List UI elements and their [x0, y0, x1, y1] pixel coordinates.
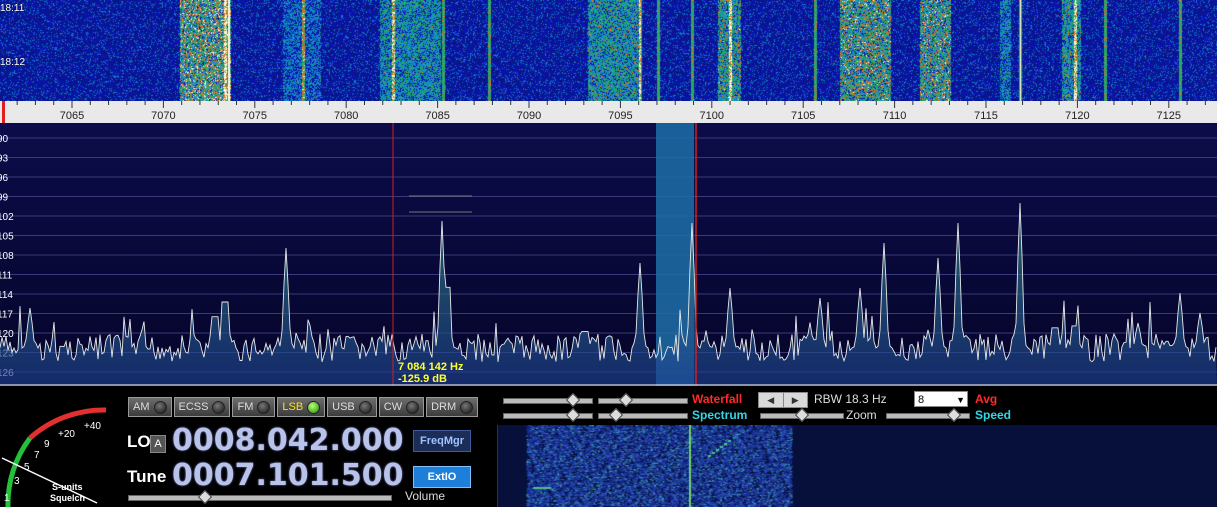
s-meter-unit: S-units — [52, 482, 83, 492]
spectrum-range-slider[interactable] — [598, 407, 688, 423]
mode-button-ecss[interactable]: ECSS — [173, 397, 231, 417]
slider-thumb[interactable] — [565, 407, 581, 423]
frequency-tick-label: 7095 — [608, 110, 632, 122]
s-meter-tick: 1 — [4, 493, 10, 504]
indicator-led-icon — [257, 400, 271, 414]
mode-button-label: USB — [332, 401, 355, 413]
cursor-readout: 7 084 142 Hz -125.9 dB — [398, 361, 463, 385]
mode-button-label: ECSS — [178, 401, 209, 413]
s-meter-tick: 7 — [34, 450, 40, 461]
zoom-label: Zoom — [846, 408, 877, 422]
frequency-tick-label: 7075 — [243, 110, 267, 122]
frequency-tick-label: 7100 — [700, 110, 724, 122]
audio-waterfall[interactable] — [497, 425, 1217, 507]
zoom-slider[interactable] — [760, 407, 844, 423]
waterfall-time-label: 18:12 — [0, 57, 26, 68]
mode-button-drm[interactable]: DRM — [426, 397, 479, 417]
db-axis-label: 93 — [0, 154, 9, 165]
frequency-tick-label: 7125 — [1157, 110, 1181, 122]
frequency-scale[interactable]: 7065 7070 7075 7080 7085 7090 7095 7100 7105 7110… — [0, 101, 1217, 123]
freqmgr-button[interactable]: FreqMgr — [413, 430, 471, 452]
spectrum-contrast-slider[interactable] — [503, 407, 593, 423]
speed-label: Speed — [975, 408, 1012, 422]
control-panel: 1 3 5 7 9 +20 +40 S-units Squelch AM ECSS… — [0, 388, 1217, 507]
s-meter-tick: 3 — [14, 476, 20, 487]
frequency-tick-label: 7105 — [791, 110, 815, 122]
mode-button-label: LSB — [282, 401, 304, 413]
s-meter-tick: +20 — [58, 429, 75, 440]
s-meter: 1 3 5 7 9 +20 +40 S-units Squelch — [1, 407, 107, 507]
db-axis-label: 99 — [0, 193, 9, 204]
mode-selector: AM ECSS FM LSB USB CW DRM — [128, 397, 479, 417]
indicator-led-icon — [358, 400, 372, 414]
frequency-tick-label: 7110 — [883, 110, 907, 122]
db-axis-label: 114 — [0, 290, 13, 301]
s-meter-tick: 5 — [24, 462, 30, 473]
mode-button-cw[interactable]: CW — [378, 397, 425, 417]
avg-select[interactable]: 8 ▼ — [914, 391, 968, 407]
rbw-stepper[interactable]: ◀ ▶ — [758, 392, 808, 408]
frequency-tick-label: 7120 — [1065, 110, 1089, 122]
frequency-tick-label: 7090 — [517, 110, 541, 122]
cursor-level: -125.9 dB — [398, 373, 447, 385]
waterfall-range-slider[interactable] — [598, 392, 688, 408]
waterfall-contrast-slider[interactable] — [503, 392, 593, 408]
s-meter-tick: 9 — [44, 439, 50, 450]
db-axis-label: 102 — [0, 212, 14, 223]
mode-button-usb[interactable]: USB — [327, 397, 377, 417]
waterfall-label: Waterfall — [692, 392, 743, 406]
frequency-tick-label: 7085 — [425, 110, 449, 122]
lo-badge[interactable]: A — [150, 435, 166, 453]
scale-edge-marker — [2, 101, 5, 123]
db-axis-label: 105 — [0, 232, 14, 243]
volume-label: Volume — [405, 489, 446, 503]
mode-button-label: AM — [133, 401, 150, 413]
waterfall-time-label: 18:11 — [0, 3, 25, 14]
s-meter-tick: +40 — [84, 421, 101, 432]
mode-button-label: CW — [383, 401, 403, 413]
frequency-tick-label: 7115 — [974, 110, 998, 122]
indicator-led-icon — [307, 400, 321, 414]
indicator-led-icon — [460, 400, 474, 414]
db-axis-label: 111 — [0, 271, 13, 282]
mode-button-lsb[interactable]: LSB — [277, 397, 326, 417]
db-axis-label: 108 — [0, 251, 14, 262]
chevron-down-icon: ▼ — [956, 395, 965, 405]
avg-value: 8 — [918, 394, 925, 406]
rbw-label: RBW 18.3 Hz — [814, 392, 887, 406]
spectrum-display[interactable]: 90939699102105108111114117120123126129 — [0, 123, 1217, 386]
mode-button-fm[interactable]: FM — [232, 397, 276, 417]
slider-thumb[interactable] — [565, 392, 581, 408]
indicator-led-icon — [212, 400, 226, 414]
spectrum-label: Spectrum — [692, 408, 748, 422]
indicator-led-icon — [406, 400, 420, 414]
slider-thumb[interactable] — [618, 392, 634, 408]
mode-button-am[interactable]: AM — [128, 397, 172, 417]
arrow-right-icon[interactable]: ▶ — [784, 393, 808, 407]
slider-thumb[interactable] — [946, 407, 962, 423]
frequency-tick-label: 7065 — [60, 110, 84, 122]
slider-thumb[interactable] — [608, 407, 624, 423]
squelch-label: Squelch — [50, 493, 85, 503]
speed-slider[interactable] — [886, 407, 970, 423]
cursor-frequency: 7 084 142 Hz — [398, 361, 464, 373]
lo-label: LO — [127, 432, 151, 451]
frequency-tick-label: 7080 — [334, 110, 358, 122]
db-axis-label: 117 — [0, 310, 13, 321]
mode-button-label: DRM — [431, 401, 457, 413]
extio-button[interactable]: ExtIO — [413, 466, 471, 488]
frequency-tick-label: 7070 — [151, 110, 175, 122]
tune-label: Tune — [127, 467, 167, 486]
mode-button-label: FM — [237, 401, 254, 413]
waterfall-display[interactable] — [0, 0, 1217, 101]
db-axis-label: 90 — [0, 134, 9, 145]
avg-label: Avg — [975, 392, 998, 406]
db-axis-label: 96 — [0, 173, 9, 184]
volume-slider[interactable] — [128, 489, 392, 505]
lo-frequency[interactable]: 0008.042.000 — [172, 423, 404, 458]
arrow-left-icon[interactable]: ◀ — [759, 393, 784, 407]
slider-thumb[interactable] — [794, 407, 810, 423]
tune-frequency[interactable]: 0007.101.500 — [172, 458, 404, 493]
indicator-led-icon — [153, 400, 167, 414]
